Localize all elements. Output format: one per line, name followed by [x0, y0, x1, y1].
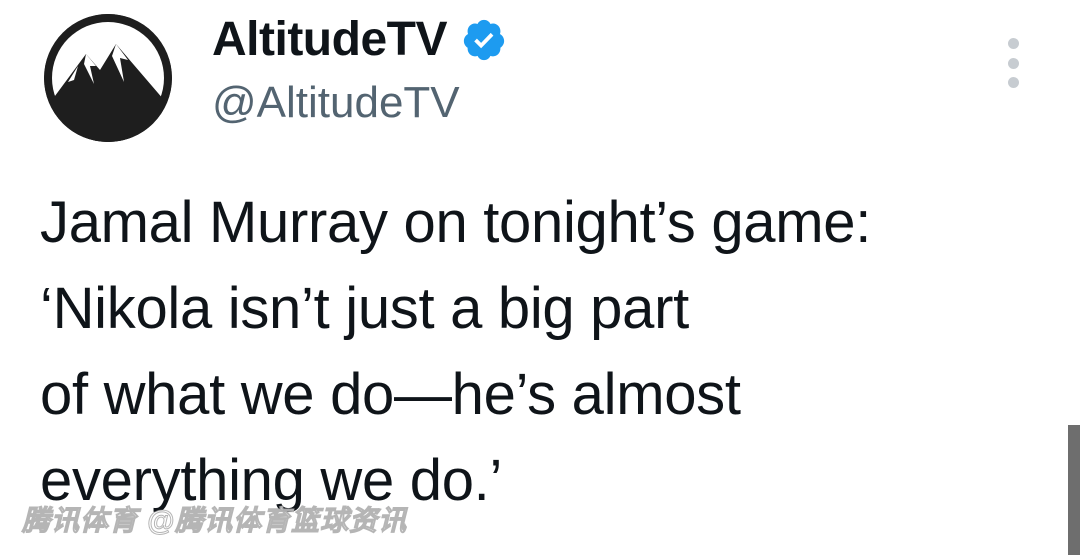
- tweet-line: of what we do—he’s almost: [40, 362, 741, 427]
- mountain-logo-icon: [44, 14, 172, 142]
- tweet-card: AltitudeTV @AltitudeTV Jamal Murray on t…: [0, 0, 1080, 555]
- verified-badge-icon: [461, 17, 507, 63]
- dot: [1007, 57, 1019, 69]
- display-name[interactable]: AltitudeTV: [212, 12, 447, 68]
- avatar[interactable]: [44, 14, 172, 142]
- more-options-icon[interactable]: [998, 38, 1028, 88]
- watermark: 腾讯体育 @腾讯体育篮球资讯: [21, 505, 408, 537]
- dot: [1007, 38, 1019, 49]
- tweet-line: ‘Nikola isn’t just a big part: [40, 276, 689, 341]
- handle[interactable]: @AltitudeTV: [212, 76, 460, 130]
- scrollbar[interactable]: [1068, 425, 1080, 555]
- tweet-text: Jamal Murray on tonight’s game: ‘Nikola …: [40, 180, 1050, 524]
- dot: [1007, 77, 1019, 88]
- tweet-line: Jamal Murray on tonight’s game:: [40, 190, 872, 255]
- name-row: AltitudeTV: [212, 12, 507, 68]
